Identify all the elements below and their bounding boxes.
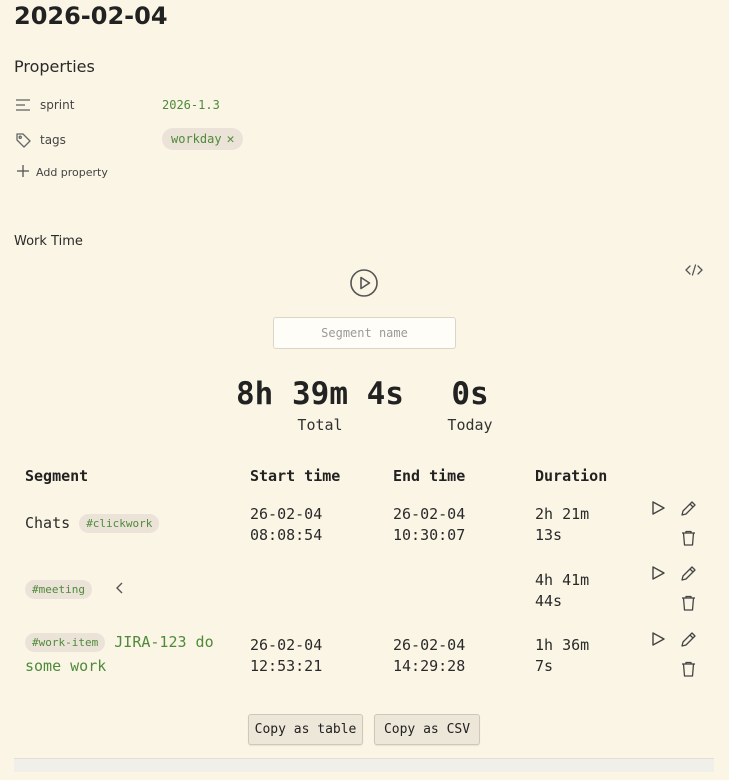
- column-header-start: Start time: [250, 467, 341, 485]
- segment-cell: #meeting: [25, 579, 124, 600]
- play-icon[interactable]: [648, 563, 668, 583]
- total-value: 8h 39m 4s: [236, 376, 404, 412]
- tag-chip-label: workday: [171, 132, 222, 146]
- play-circle-icon[interactable]: [349, 268, 379, 298]
- segment-name: Chats: [25, 514, 71, 532]
- edit-pencil-icon[interactable]: [678, 629, 698, 649]
- trash-icon[interactable]: [678, 659, 698, 679]
- column-header-duration: Duration: [535, 467, 608, 485]
- today-label: Today: [447, 416, 493, 434]
- column-header-segment: Segment: [25, 467, 89, 485]
- plus-icon: [16, 164, 30, 181]
- start-time-cell: 26-02-04 12:53:21: [250, 635, 322, 677]
- end-clock: 10:30:07: [393, 526, 466, 544]
- add-property-label: Add property: [36, 166, 108, 179]
- play-icon[interactable]: [648, 629, 668, 649]
- property-tags: tags workday ✕: [14, 128, 314, 152]
- segment-cell: Chats #clickwork: [25, 513, 160, 534]
- edit-pencil-icon[interactable]: [678, 563, 698, 583]
- remove-tag-icon[interactable]: ✕: [227, 133, 235, 146]
- duration-line2: 13s: [535, 526, 563, 544]
- duration-cell: 4h 41m 44s: [535, 570, 589, 612]
- work-time-label: Work Time: [14, 234, 83, 249]
- start-clock: 08:08:54: [250, 526, 323, 544]
- play-icon[interactable]: [648, 498, 668, 518]
- edit-pencil-icon[interactable]: [678, 498, 698, 518]
- property-sprint: sprint 2026-1.3: [14, 93, 314, 117]
- property-key-tags: tags: [40, 133, 66, 147]
- start-clock: 12:53:21: [250, 657, 323, 675]
- start-date: 26-02-04: [250, 636, 323, 654]
- chevron-left-icon[interactable]: [115, 579, 124, 600]
- duration-line2: 7s: [535, 657, 554, 675]
- trash-icon[interactable]: [678, 528, 698, 548]
- text-lines-icon: [14, 96, 32, 114]
- segment-tag[interactable]: #meeting: [25, 580, 92, 599]
- duration-line1: 1h 36m: [535, 636, 590, 654]
- end-time-cell: 26-02-04 14:29:28: [393, 635, 465, 677]
- total-stat: 8h 39m 4s Total: [228, 376, 412, 434]
- column-header-end: End time: [393, 467, 466, 485]
- copy-as-table-button[interactable]: Copy as table: [248, 714, 363, 745]
- duration-cell: 1h 36m 7s: [535, 635, 589, 677]
- segment-cell: #work-item JIRA-123 do some work: [25, 630, 230, 678]
- tag-chip-workday[interactable]: workday ✕: [162, 128, 244, 150]
- page-title: 2026-02-04: [14, 2, 168, 30]
- duration-line1: 4h 41m: [535, 571, 590, 589]
- property-value-sprint[interactable]: 2026-1.3: [162, 98, 220, 112]
- end-clock: 14:29:28: [393, 657, 466, 675]
- segment-tag[interactable]: #work-item: [25, 633, 106, 652]
- start-date: 26-02-04: [250, 505, 323, 523]
- start-time-cell: 26-02-04 08:08:54: [250, 504, 322, 546]
- today-value: 0s: [451, 376, 489, 412]
- segment-tag[interactable]: #clickwork: [79, 514, 160, 533]
- today-stat: 0s Today: [430, 376, 510, 434]
- trash-icon[interactable]: [678, 593, 698, 613]
- properties-heading: Properties: [14, 57, 95, 76]
- segment-name-input[interactable]: [273, 317, 456, 349]
- end-time-cell: 26-02-04 10:30:07: [393, 504, 465, 546]
- end-date: 26-02-04: [393, 505, 466, 523]
- end-date: 26-02-04: [393, 636, 466, 654]
- duration-cell: 2h 21m 13s: [535, 504, 589, 546]
- tags-icon: [14, 131, 32, 149]
- bottom-divider: [14, 758, 714, 772]
- duration-line2: 44s: [535, 592, 563, 610]
- property-key-sprint: sprint: [40, 98, 75, 112]
- total-label: Total: [297, 416, 343, 434]
- add-property-button[interactable]: Add property: [16, 164, 108, 181]
- duration-line1: 2h 21m: [535, 505, 590, 523]
- code-icon[interactable]: [685, 262, 705, 278]
- copy-as-csv-button[interactable]: Copy as CSV: [374, 714, 480, 745]
